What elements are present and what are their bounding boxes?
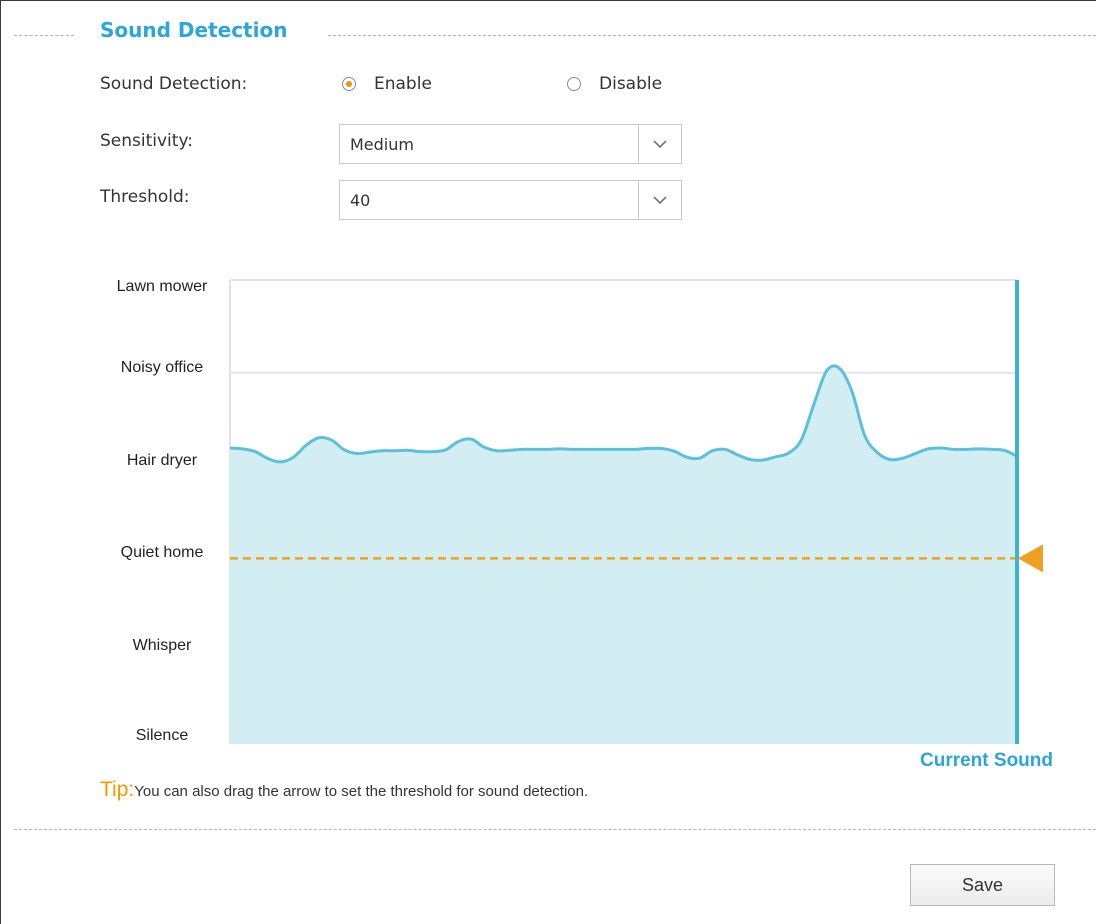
y-tick-label: Lawn mower — [116, 278, 208, 295]
threshold-drag-arrow[interactable] — [1018, 544, 1043, 573]
current-sound-label: Current Sound — [920, 750, 1053, 771]
y-tick-label: Quiet home — [120, 544, 204, 562]
y-tick-label: Noisy office — [120, 358, 204, 376]
tip-text: You can also drag the arrow to set the t… — [134, 783, 589, 800]
save-button[interactable]: Save — [910, 864, 1055, 906]
y-tick-label: Silence — [135, 727, 189, 744]
tip: Tip: You can also drag the arrow to set … — [100, 778, 588, 802]
sound-level-line — [229, 364, 1018, 464]
y-tick-label: Hair dryer — [126, 451, 198, 469]
y-tick-label: Whisper — [132, 637, 192, 655]
sound-level-area — [230, 365, 1017, 744]
tip-label: Tip: — [100, 778, 135, 801]
footer-divider — [14, 829, 1096, 830]
